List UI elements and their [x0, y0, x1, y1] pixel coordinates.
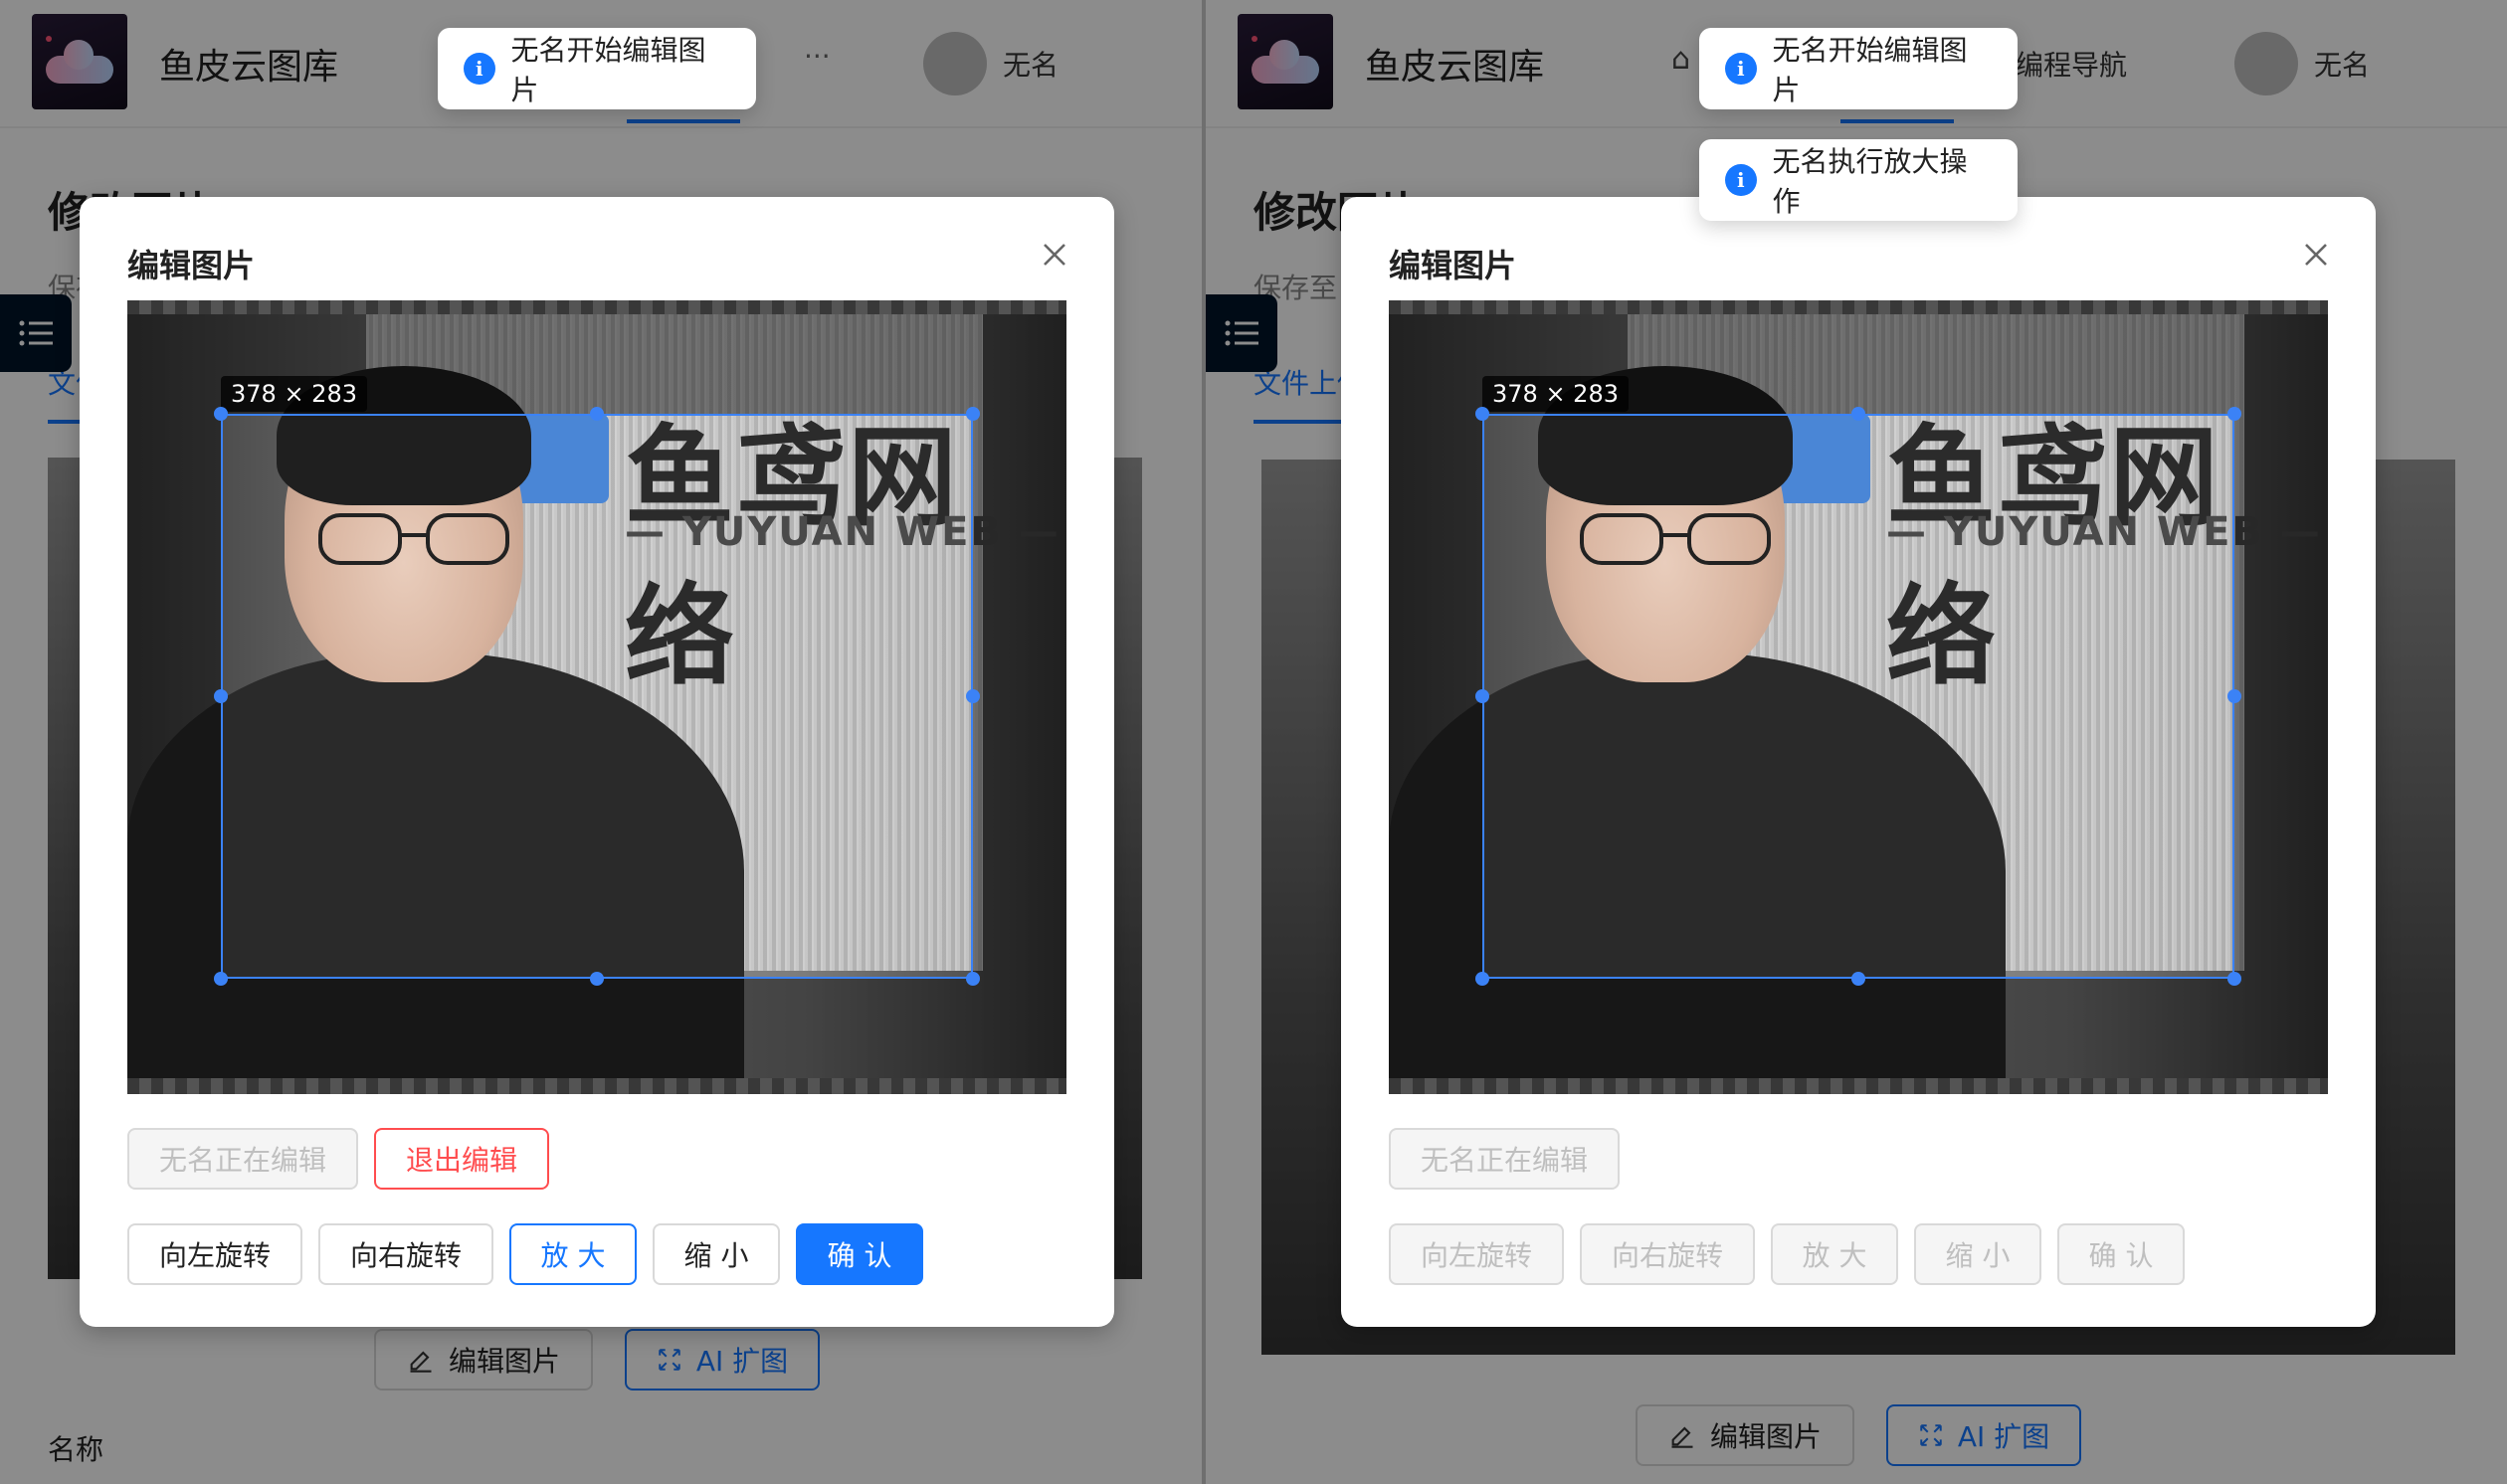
rotate-right-button[interactable]: 向右旋转: [1580, 1223, 1755, 1285]
crop-size-label: 378 × 283: [221, 376, 367, 412]
crop-size-label: 378 × 283: [1482, 376, 1629, 412]
crop-handle-bottom-right[interactable]: [966, 972, 980, 986]
zoom-out-button[interactable]: 缩 小: [653, 1223, 780, 1285]
crop-handle-left[interactable]: [1475, 689, 1489, 703]
crop-handle-bottom-left[interactable]: [214, 972, 228, 986]
info-icon: i: [464, 53, 495, 85]
crop-selection-box[interactable]: [221, 414, 973, 979]
image-cropper[interactable]: 鱼鸢网络 — YUYUAN WEB — 378 × 283: [127, 300, 1066, 1094]
crop-handle-top[interactable]: [590, 407, 604, 421]
edit-image-modal: 编辑图片 鱼鸢网络 — YUYUAN WEB — 378 × 283 无名正在编…: [80, 197, 1114, 1327]
close-icon[interactable]: [2296, 235, 2336, 275]
crop-handle-top-left[interactable]: [214, 407, 228, 421]
crop-handle-top-left[interactable]: [1475, 407, 1489, 421]
crop-handle-bottom[interactable]: [590, 972, 604, 986]
zoom-out-button[interactable]: 缩 小: [1914, 1223, 2041, 1285]
exit-edit-button[interactable]: 退出编辑: [374, 1128, 549, 1190]
close-icon[interactable]: [1035, 235, 1074, 275]
rotate-left-button[interactable]: 向左旋转: [1389, 1223, 1564, 1285]
crop-handle-right[interactable]: [2227, 689, 2241, 703]
toast-text: 无名开始编辑图片: [1772, 34, 1968, 106]
crop-handle-bottom-left[interactable]: [1475, 972, 1489, 986]
crop-selection-box[interactable]: [1482, 414, 2234, 979]
toast-message: i 无名开始编辑图片: [1699, 28, 2018, 109]
right-screen: 鱼皮云图库 ⌂ 编程导航 无名 修改图片 保存至 文件上传 编辑图片 AI 扩图…: [1206, 0, 2507, 1484]
crop-handle-top-right[interactable]: [966, 407, 980, 421]
image-cropper[interactable]: 鱼鸢网络 — YUYUAN WEB — 378 × 283: [1389, 300, 2328, 1094]
toast-message: i 无名开始编辑图片: [438, 28, 756, 109]
info-icon: i: [1725, 164, 1757, 196]
crop-handle-top[interactable]: [1851, 407, 1865, 421]
rotate-left-button[interactable]: 向左旋转: [127, 1223, 302, 1285]
crop-handle-bottom[interactable]: [1851, 972, 1865, 986]
modal-title: 编辑图片: [1389, 247, 1517, 284]
modal-title: 编辑图片: [127, 247, 256, 284]
confirm-button[interactable]: 确 认: [796, 1223, 923, 1285]
zoom-in-button[interactable]: 放 大: [509, 1223, 637, 1285]
left-screen: 鱼皮云图库 ··· 无名 修改图片 保存至 文件上传 编辑图片 AI 扩图 名称…: [0, 0, 1202, 1484]
info-icon: i: [1725, 53, 1757, 85]
toast-message: i 无名执行放大操作: [1699, 139, 2018, 221]
crop-handle-left[interactable]: [214, 689, 228, 703]
crop-handle-top-right[interactable]: [2227, 407, 2241, 421]
confirm-button[interactable]: 确 认: [2057, 1223, 2185, 1285]
toast-text: 无名开始编辑图片: [510, 34, 706, 106]
editing-status-button[interactable]: 无名正在编辑: [1389, 1128, 1620, 1190]
crop-handle-right[interactable]: [966, 689, 980, 703]
crop-handle-bottom-right[interactable]: [2227, 972, 2241, 986]
editing-status-button[interactable]: 无名正在编辑: [127, 1128, 358, 1190]
toast-text: 无名执行放大操作: [1772, 145, 1968, 218]
edit-image-modal: 编辑图片 鱼鸢网络 — YUYUAN WEB — 378 × 283 无名正在编…: [1341, 197, 2376, 1327]
rotate-right-button[interactable]: 向右旋转: [318, 1223, 493, 1285]
zoom-in-button[interactable]: 放 大: [1771, 1223, 1898, 1285]
